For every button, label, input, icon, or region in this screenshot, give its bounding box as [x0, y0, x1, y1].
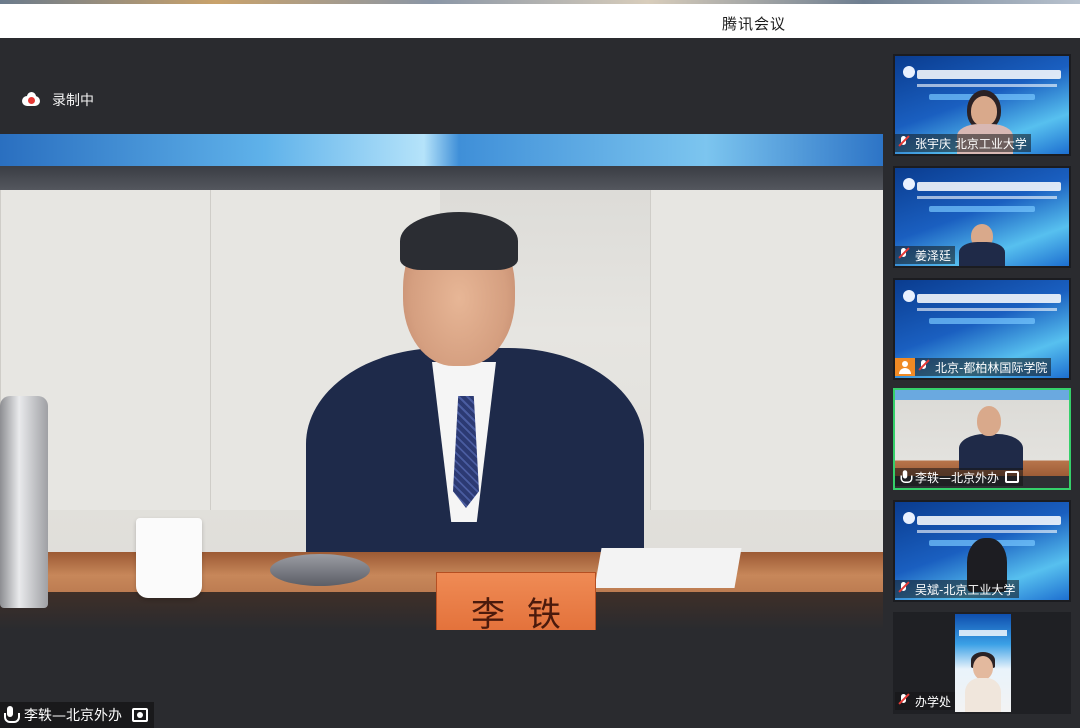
host-icon	[895, 358, 915, 376]
name-plate-text: 李铁	[471, 594, 583, 631]
screen-share-icon	[132, 708, 148, 722]
participant-label: 姜泽廷	[895, 246, 956, 264]
participant-name: 姜泽廷	[915, 248, 952, 263]
participant-label: 北京-都柏林国际学院	[895, 358, 1052, 376]
conference-microphone	[270, 554, 370, 586]
participant-tile[interactable]: 张宇庆 北京工业大学	[893, 54, 1071, 156]
forum-logo	[903, 512, 915, 524]
participant-face	[977, 406, 1001, 436]
participant-label: 李轶—北京外办	[895, 468, 1024, 486]
participant-tile[interactable]: 姜泽廷	[893, 166, 1071, 268]
title-bar: 腾讯会议	[0, 4, 1080, 38]
participant-tile[interactable]: 吴斌-北京工业大学	[893, 500, 1071, 602]
participant-tile[interactable]: 办学处	[893, 612, 1071, 714]
forum-logo	[903, 66, 915, 78]
participant-panel[interactable]: 张宇庆 北京工业大学 姜泽廷 北京-都柏林国际学院 李轶—北京外办 吴斌-北京工…	[883, 38, 1080, 728]
slide-title-bar	[917, 70, 1061, 79]
main-speaker-video[interactable]: 李铁	[0, 134, 883, 630]
vertical-video-stream	[955, 614, 1011, 712]
participant-tile-active[interactable]: 李轶—北京外办	[893, 388, 1071, 490]
participant-label: 张宇庆 北京工业大学	[895, 134, 1031, 152]
microphone-muted-icon	[899, 136, 909, 150]
app-title: 腾讯会议	[722, 15, 787, 33]
documents	[594, 548, 742, 588]
recording-indicator[interactable]: 录制中	[22, 90, 94, 110]
tea-cup	[136, 518, 202, 598]
ceiling-beam	[0, 166, 883, 190]
microphone-muted-icon	[899, 582, 909, 596]
microphone-muted-icon	[899, 248, 909, 262]
slide-title-bar	[917, 182, 1061, 191]
slide-subtitle-bar	[917, 308, 1057, 311]
slide-title-bar	[959, 630, 1007, 636]
participant-name: 李轶—北京外办	[915, 470, 1000, 485]
name-plate: 李铁	[436, 572, 596, 630]
slide-band	[929, 206, 1035, 212]
microphone-icon	[4, 706, 20, 724]
participant-face	[971, 96, 997, 126]
speaker-hair	[400, 212, 518, 270]
participant-tile[interactable]: 北京-都柏林国际学院	[893, 278, 1071, 380]
microphone-muted-icon	[899, 694, 909, 708]
participant-body	[959, 242, 1005, 266]
slide-subtitle-bar	[917, 84, 1057, 87]
recording-label: 录制中	[52, 93, 94, 109]
slide-title-bar	[917, 294, 1061, 303]
participant-name: 张宇庆 北京工业大学	[915, 136, 1027, 151]
participant-face	[973, 656, 993, 680]
participant-label: 办学处	[895, 692, 956, 710]
participant-name: 吴斌-北京工业大学	[915, 582, 1016, 597]
microphone-icon	[900, 470, 913, 484]
slide-subtitle-bar	[917, 196, 1057, 199]
speaker-name: 李轶—北京外办	[24, 708, 122, 724]
wall-panel	[650, 190, 883, 510]
forum-logo	[903, 178, 915, 190]
thermos-kettle	[0, 396, 48, 608]
microphone-muted-icon	[919, 360, 929, 374]
participant-body	[959, 434, 1023, 470]
cloud-record-icon	[22, 92, 40, 106]
main-stage: 录制中 李铁 李轶—北京外办	[0, 38, 883, 728]
slide-title-bar	[917, 516, 1061, 525]
participant-name: 北京-都柏林国际学院	[935, 360, 1048, 375]
slide-subtitle-bar	[917, 530, 1057, 533]
backdrop-banner	[0, 134, 883, 166]
forum-logo	[903, 290, 915, 302]
participant-body	[965, 678, 1001, 712]
speaker-label-bar: 李轶—北京外办	[0, 702, 154, 728]
participant-name: 办学处	[915, 694, 952, 709]
participant-label: 吴斌-北京工业大学	[895, 580, 1020, 598]
screen-share-icon	[1005, 471, 1020, 483]
slide-band	[929, 318, 1035, 324]
